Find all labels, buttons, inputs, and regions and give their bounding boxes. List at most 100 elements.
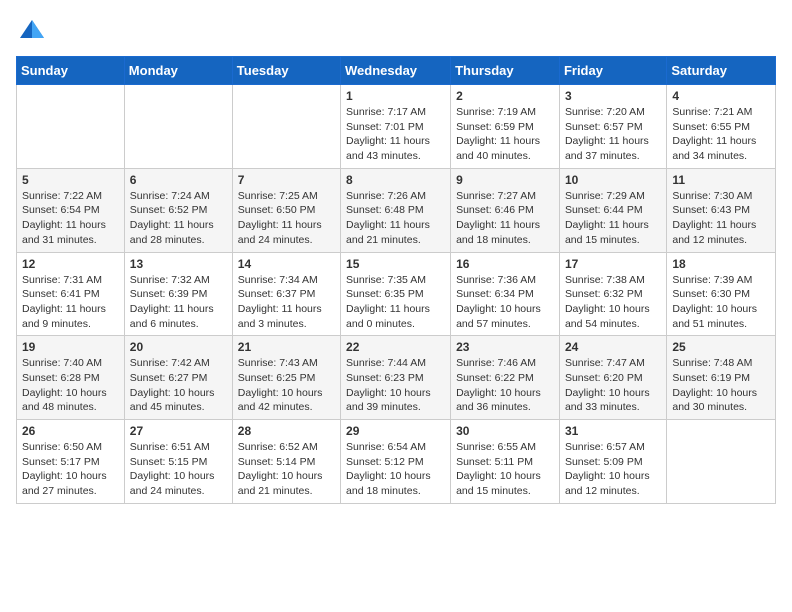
day-info: Sunrise: 7:38 AM Sunset: 6:32 PM Dayligh… — [565, 273, 661, 332]
day-cell: 3 Sunrise: 7:20 AM Sunset: 6:57 PM Daylig… — [559, 85, 666, 169]
day-cell: 19Sunrise: 7:40 AM Sunset: 6:28 PM Dayli… — [17, 336, 125, 420]
day-info: Sunrise: 7:46 AM Sunset: 6:22 PM Dayligh… — [456, 356, 554, 415]
day-cell: 24 Sunrise: 7:47 AM Sunset: 6:20 PM Dayli… — [559, 336, 666, 420]
day-cell — [232, 85, 340, 169]
week-row-5: 26 Sunrise: 6:50 AM Sunset: 5:17 PM Dayli… — [17, 420, 776, 504]
day-number: 8 — [346, 173, 445, 187]
weekday-monday: Monday — [124, 57, 232, 85]
day-cell: 6Sunrise: 7:24 AM Sunset: 6:52 PM Daylig… — [124, 168, 232, 252]
day-number: 23 — [456, 340, 554, 354]
day-info: Sunrise: 7:48 AM Sunset: 6:19 PM Dayligh… — [672, 356, 770, 415]
day-cell: 25Sunrise: 7:48 AM Sunset: 6:19 PM Dayli… — [667, 336, 776, 420]
day-number: 30 — [456, 424, 554, 438]
weekday-thursday: Thursday — [451, 57, 560, 85]
day-cell: 26 Sunrise: 6:50 AM Sunset: 5:17 PM Dayli… — [17, 420, 125, 504]
weekday-tuesday: Tuesday — [232, 57, 340, 85]
day-number: 24 — [565, 340, 661, 354]
day-number: 18 — [672, 257, 770, 271]
day-info: Sunrise: 7:30 AM Sunset: 6:43 PM Dayligh… — [672, 189, 770, 248]
day-info: Sunrise: 7:31 AM Sunset: 6:41 PM Dayligh… — [22, 273, 119, 332]
calendar: SundayMondayTuesdayWednesdayThursdayFrid… — [16, 56, 776, 504]
day-number: 4 — [672, 89, 770, 103]
day-cell: 1 Sunrise: 7:17 AM Sunset: 7:01 PM Daylig… — [341, 85, 451, 169]
day-info: Sunrise: 7:26 AM Sunset: 6:48 PM Dayligh… — [346, 189, 445, 248]
day-number: 1 — [346, 89, 445, 103]
day-cell: 17 Sunrise: 7:38 AM Sunset: 6:32 PM Dayli… — [559, 252, 666, 336]
day-cell: 4Sunrise: 7:21 AM Sunset: 6:55 PM Daylig… — [667, 85, 776, 169]
day-info: Sunrise: 7:44 AM Sunset: 6:23 PM Dayligh… — [346, 356, 445, 415]
day-info: Sunrise: 7:47 AM Sunset: 6:20 PM Dayligh… — [565, 356, 661, 415]
day-info: Sunrise: 6:55 AM Sunset: 5:11 PM Dayligh… — [456, 440, 554, 499]
day-number: 13 — [130, 257, 227, 271]
day-cell: 8 Sunrise: 7:26 AM Sunset: 6:48 PM Daylig… — [341, 168, 451, 252]
day-number: 21 — [238, 340, 335, 354]
day-cell — [667, 420, 776, 504]
day-number: 29 — [346, 424, 445, 438]
day-info: Sunrise: 6:54 AM Sunset: 5:12 PM Dayligh… — [346, 440, 445, 499]
page: SundayMondayTuesdayWednesdayThursdayFrid… — [0, 0, 792, 520]
day-cell: 23 Sunrise: 7:46 AM Sunset: 6:22 PM Dayli… — [451, 336, 560, 420]
day-info: Sunrise: 6:52 AM Sunset: 5:14 PM Dayligh… — [238, 440, 335, 499]
day-cell: 31 Sunrise: 6:57 AM Sunset: 5:09 PM Dayli… — [559, 420, 666, 504]
day-number: 12 — [22, 257, 119, 271]
day-number: 16 — [456, 257, 554, 271]
day-cell: 18Sunrise: 7:39 AM Sunset: 6:30 PM Dayli… — [667, 252, 776, 336]
day-number: 2 — [456, 89, 554, 103]
day-cell: 16 Sunrise: 7:36 AM Sunset: 6:34 PM Dayli… — [451, 252, 560, 336]
day-number: 22 — [346, 340, 445, 354]
day-info: Sunrise: 7:40 AM Sunset: 6:28 PM Dayligh… — [22, 356, 119, 415]
day-cell: 22 Sunrise: 7:44 AM Sunset: 6:23 PM Dayli… — [341, 336, 451, 420]
day-cell: 13Sunrise: 7:32 AM Sunset: 6:39 PM Dayli… — [124, 252, 232, 336]
day-number: 17 — [565, 257, 661, 271]
weekday-wednesday: Wednesday — [341, 57, 451, 85]
day-number: 11 — [672, 173, 770, 187]
day-number: 26 — [22, 424, 119, 438]
day-number: 14 — [238, 257, 335, 271]
day-info: Sunrise: 7:19 AM Sunset: 6:59 PM Dayligh… — [456, 105, 554, 164]
day-info: Sunrise: 7:42 AM Sunset: 6:27 PM Dayligh… — [130, 356, 227, 415]
day-info: Sunrise: 7:17 AM Sunset: 7:01 PM Dayligh… — [346, 105, 445, 164]
day-info: Sunrise: 7:22 AM Sunset: 6:54 PM Dayligh… — [22, 189, 119, 248]
week-row-1: 1 Sunrise: 7:17 AM Sunset: 7:01 PM Daylig… — [17, 85, 776, 169]
day-cell: 29 Sunrise: 6:54 AM Sunset: 5:12 PM Dayli… — [341, 420, 451, 504]
day-cell: 7Sunrise: 7:25 AM Sunset: 6:50 PM Daylig… — [232, 168, 340, 252]
day-info: Sunrise: 6:57 AM Sunset: 5:09 PM Dayligh… — [565, 440, 661, 499]
day-cell: 12 Sunrise: 7:31 AM Sunset: 6:41 PM Dayli… — [17, 252, 125, 336]
weekday-saturday: Saturday — [667, 57, 776, 85]
day-cell: 9 Sunrise: 7:27 AM Sunset: 6:46 PM Daylig… — [451, 168, 560, 252]
day-cell — [124, 85, 232, 169]
week-row-3: 12 Sunrise: 7:31 AM Sunset: 6:41 PM Dayli… — [17, 252, 776, 336]
day-number: 3 — [565, 89, 661, 103]
day-info: Sunrise: 7:29 AM Sunset: 6:44 PM Dayligh… — [565, 189, 661, 248]
day-number: 31 — [565, 424, 661, 438]
week-row-2: 5 Sunrise: 7:22 AM Sunset: 6:54 PM Daylig… — [17, 168, 776, 252]
day-cell: 14 Sunrise: 7:34 AM Sunset: 6:37 PM Dayli… — [232, 252, 340, 336]
day-info: Sunrise: 7:43 AM Sunset: 6:25 PM Dayligh… — [238, 356, 335, 415]
day-cell: 11 Sunrise: 7:30 AM Sunset: 6:43 PM Dayli… — [667, 168, 776, 252]
logo-icon — [18, 16, 46, 44]
day-cell — [17, 85, 125, 169]
day-info: Sunrise: 7:27 AM Sunset: 6:46 PM Dayligh… — [456, 189, 554, 248]
day-cell: 20 Sunrise: 7:42 AM Sunset: 6:27 PM Dayli… — [124, 336, 232, 420]
day-number: 6 — [130, 173, 227, 187]
week-row-4: 19Sunrise: 7:40 AM Sunset: 6:28 PM Dayli… — [17, 336, 776, 420]
day-info: Sunrise: 6:50 AM Sunset: 5:17 PM Dayligh… — [22, 440, 119, 499]
day-number: 5 — [22, 173, 119, 187]
day-cell: 10 Sunrise: 7:29 AM Sunset: 6:44 PM Dayli… — [559, 168, 666, 252]
day-number: 10 — [565, 173, 661, 187]
header — [16, 16, 776, 44]
day-cell: 30 Sunrise: 6:55 AM Sunset: 5:11 PM Dayli… — [451, 420, 560, 504]
day-number: 15 — [346, 257, 445, 271]
day-cell: 27Sunrise: 6:51 AM Sunset: 5:15 PM Dayli… — [124, 420, 232, 504]
day-info: Sunrise: 7:34 AM Sunset: 6:37 PM Dayligh… — [238, 273, 335, 332]
day-cell: 2 Sunrise: 7:19 AM Sunset: 6:59 PM Daylig… — [451, 85, 560, 169]
day-info: Sunrise: 7:36 AM Sunset: 6:34 PM Dayligh… — [456, 273, 554, 332]
day-info: Sunrise: 7:35 AM Sunset: 6:35 PM Dayligh… — [346, 273, 445, 332]
logo — [16, 16, 46, 44]
day-number: 20 — [130, 340, 227, 354]
day-number: 9 — [456, 173, 554, 187]
day-number: 27 — [130, 424, 227, 438]
day-info: Sunrise: 7:20 AM Sunset: 6:57 PM Dayligh… — [565, 105, 661, 164]
day-cell: 15 Sunrise: 7:35 AM Sunset: 6:35 PM Dayli… — [341, 252, 451, 336]
day-cell: 5 Sunrise: 7:22 AM Sunset: 6:54 PM Daylig… — [17, 168, 125, 252]
